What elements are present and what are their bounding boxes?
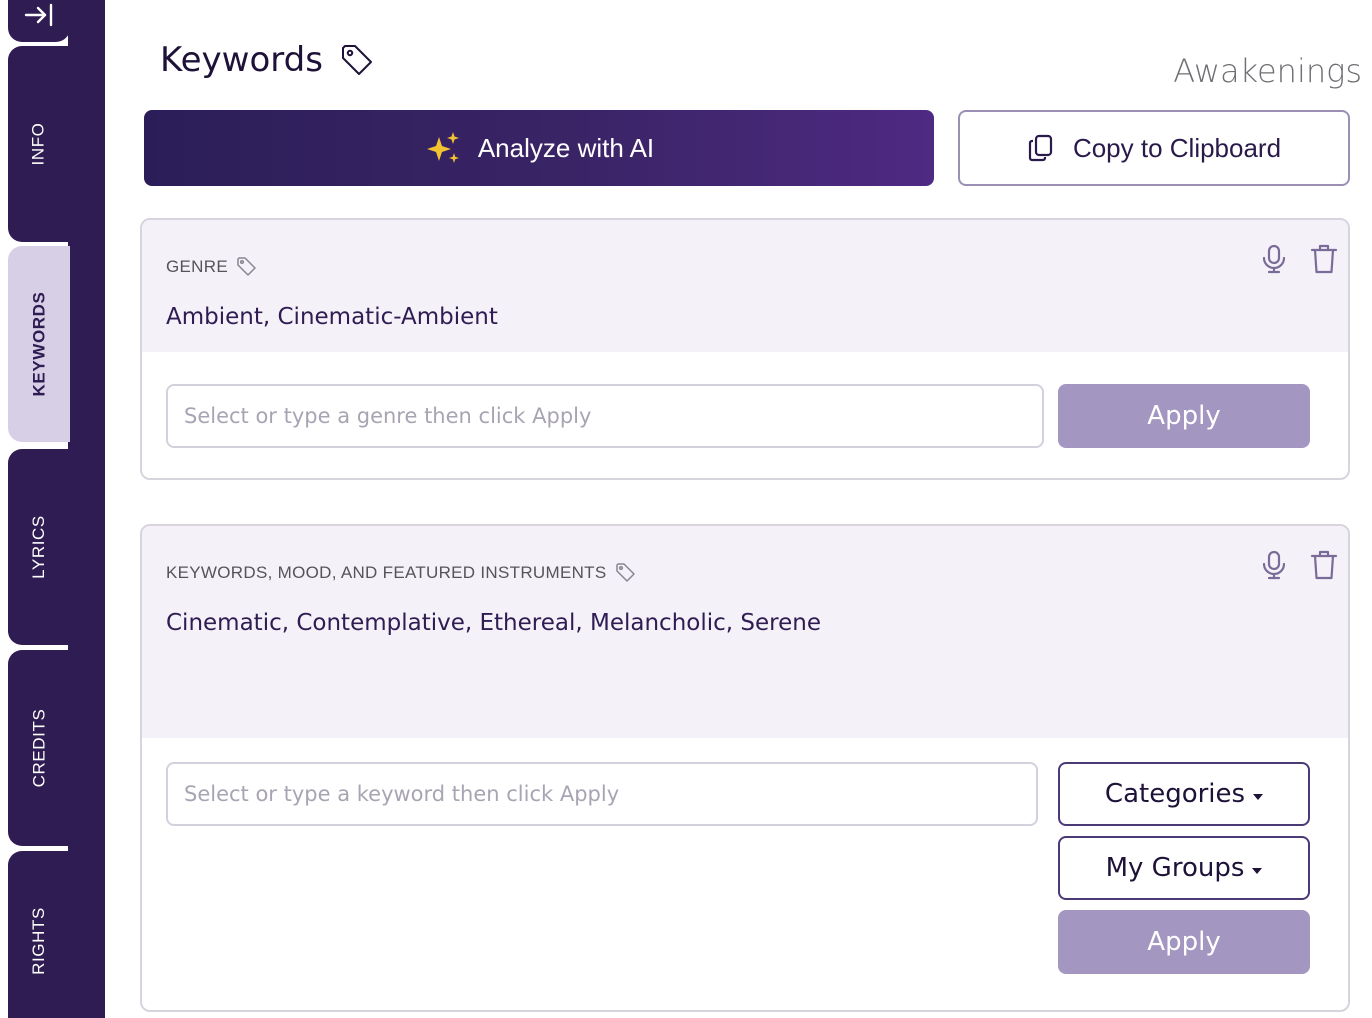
keywords-values: Cinematic, Contemplative, Ethereal, Mela… xyxy=(166,610,821,636)
tab-rights[interactable]: RIGHTS xyxy=(8,851,70,1018)
keywords-delete-button[interactable] xyxy=(1308,548,1340,582)
genre-values: Ambient, Cinematic-Ambient xyxy=(166,304,498,330)
trash-icon xyxy=(1310,550,1338,580)
tab-keywords[interactable]: KEYWORDS xyxy=(8,246,70,442)
tab-rights-label: RIGHTS xyxy=(29,907,49,975)
song-name: Awakenings xyxy=(1173,52,1362,90)
tab-info-label: INFO xyxy=(28,122,48,166)
keywords-card-actions xyxy=(1258,548,1340,582)
caret-down-icon xyxy=(1253,794,1264,800)
keywords-mic-button[interactable] xyxy=(1258,548,1290,582)
keywords-label: KEYWORDS, MOOD, AND FEATURED INSTRUMENTS xyxy=(166,562,637,584)
caret-down-icon xyxy=(1252,868,1263,874)
copy-to-clipboard-button[interactable]: Copy to Clipboard xyxy=(958,110,1350,186)
tab-separator xyxy=(8,243,68,245)
analyze-with-ai-button[interactable]: Analyze with AI xyxy=(144,110,934,186)
tab-separator xyxy=(8,647,68,649)
my-groups-dropdown[interactable]: My Groups xyxy=(1058,836,1310,900)
microphone-icon xyxy=(1262,550,1286,580)
tag-icon xyxy=(615,563,635,582)
tab-separator xyxy=(8,446,68,448)
arrow-right-to-bar-icon xyxy=(24,3,53,27)
genre-card: GENRE Ambient, Cinematic-Ambient Select … xyxy=(140,218,1350,480)
tab-lyrics-label: LYRICS xyxy=(29,515,48,579)
categories-label: Categories xyxy=(1104,779,1246,809)
sparkles-icon xyxy=(426,132,459,163)
genre-card-header: GENRE Ambient, Cinematic-Ambient xyxy=(142,220,1348,352)
genre-label-text: GENRE xyxy=(166,257,228,276)
collapse-sidebar-button[interactable] xyxy=(8,0,70,42)
my-groups-label: My Groups xyxy=(1105,853,1245,883)
keywords-card: KEYWORDS, MOOD, AND FEATURED INSTRUMENTS… xyxy=(140,524,1350,1012)
keyword-input[interactable] xyxy=(166,762,1038,826)
keywords-card-header: KEYWORDS, MOOD, AND FEATURED INSTRUMENTS… xyxy=(142,526,1348,738)
sidebar-rail xyxy=(68,0,105,1018)
tab-info[interactable]: INFO xyxy=(8,46,70,242)
analyze-with-ai-label: Analyze with AI xyxy=(477,132,655,163)
keywords-label-text: KEYWORDS, MOOD, AND FEATURED INSTRUMENTS xyxy=(166,563,607,582)
keywords-apply-button[interactable]: Apply xyxy=(1058,910,1310,974)
trash-icon xyxy=(1310,244,1338,274)
copy-to-clipboard-label: Copy to Clipboard xyxy=(1072,132,1282,163)
page-title-text: Keywords xyxy=(160,40,323,80)
tab-separator xyxy=(8,848,68,850)
tab-keywords-label: KEYWORDS xyxy=(29,291,49,397)
tab-lyrics[interactable]: LYRICS xyxy=(8,449,70,645)
genre-mic-button[interactable] xyxy=(1258,242,1290,276)
copy-icon xyxy=(1028,134,1053,162)
genre-label: GENRE xyxy=(166,256,258,278)
microphone-icon xyxy=(1262,244,1286,274)
genre-input[interactable] xyxy=(166,384,1044,448)
tab-credits[interactable]: CREDITS xyxy=(8,650,70,846)
tag-icon xyxy=(237,257,256,276)
categories-dropdown[interactable]: Categories xyxy=(1058,762,1310,826)
page-title: Keywords xyxy=(160,40,375,80)
genre-card-actions xyxy=(1258,242,1340,276)
tag-icon xyxy=(341,45,372,75)
tab-credits-label: CREDITS xyxy=(29,708,49,788)
tab-separator xyxy=(8,43,68,45)
sidebar: INFO KEYWORDS LYRICS CREDITS RIGHTS xyxy=(0,0,105,1018)
genre-delete-button[interactable] xyxy=(1308,242,1340,276)
genre-apply-button[interactable]: Apply xyxy=(1058,384,1310,448)
